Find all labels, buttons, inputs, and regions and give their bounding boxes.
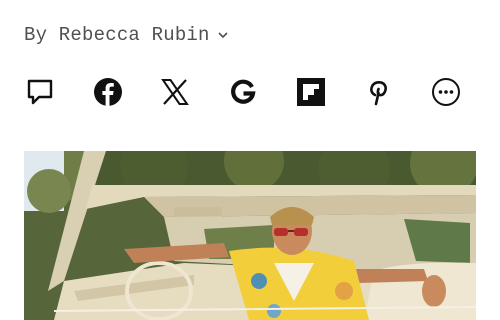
flipboard-share-button[interactable]: [295, 76, 327, 108]
author-name: By Rebecca Rubin: [24, 24, 210, 46]
google-share-button[interactable]: [227, 76, 259, 108]
share-bar: [24, 76, 462, 108]
facebook-share-button[interactable]: [92, 76, 124, 108]
more-options-button[interactable]: [430, 76, 462, 108]
comment-button[interactable]: [24, 76, 56, 108]
google-icon: [229, 78, 257, 106]
comment-icon: [25, 77, 55, 107]
x-share-button[interactable]: [159, 76, 191, 108]
more-options-icon: [431, 77, 461, 107]
facebook-icon: [93, 77, 123, 107]
pinterest-icon: [363, 77, 393, 107]
x-icon: [160, 77, 190, 107]
hero-photo: [24, 151, 476, 320]
flipboard-icon: [296, 77, 326, 107]
author-byline[interactable]: By Rebecca Rubin: [24, 24, 228, 46]
pinterest-share-button[interactable]: [362, 76, 394, 108]
hero-image[interactable]: [24, 151, 476, 320]
chevron-down-icon: [218, 31, 228, 39]
